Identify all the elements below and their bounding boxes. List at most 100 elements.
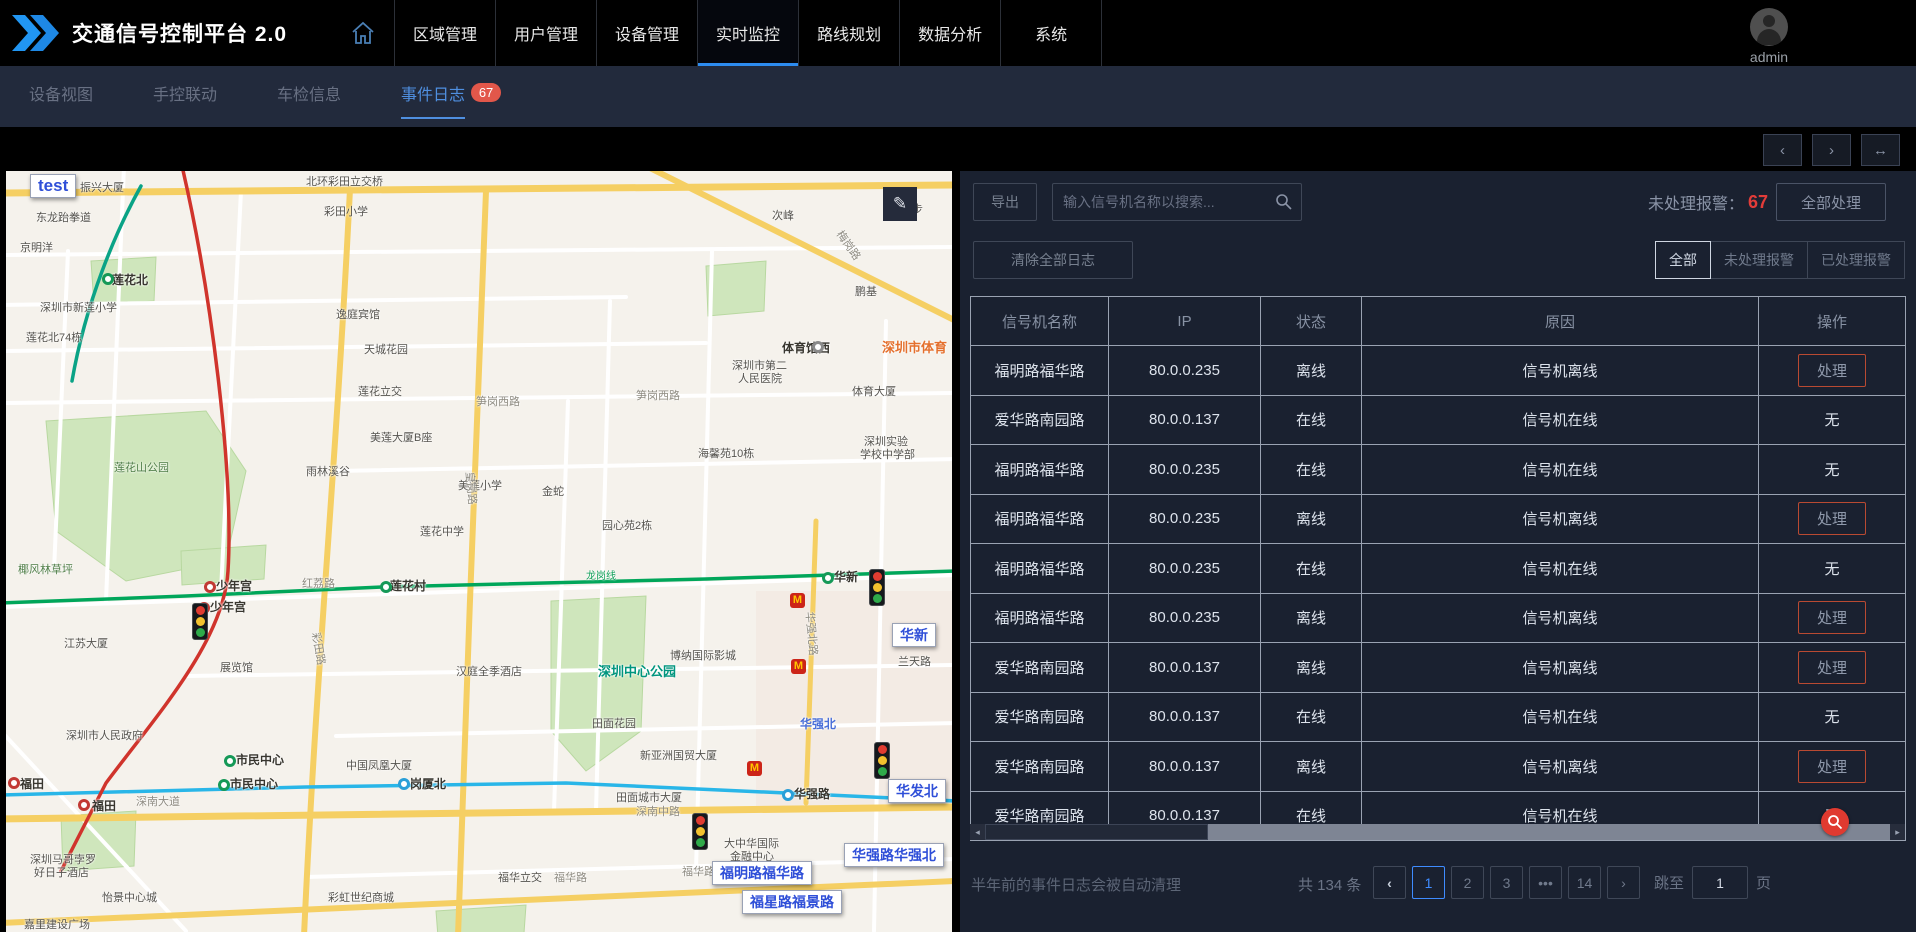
export-button[interactable]: 导出 [973,183,1037,221]
home-button[interactable] [332,0,394,66]
content-top-strip: ‹ › ↔ [0,127,1916,171]
page-button[interactable]: ••• [1529,866,1562,899]
map-canvas[interactable]: 振兴大厦东龙跆拳道京明洋北环彩田立交桥彩田小学次峰环上步梅岗路鹏基莲花北深圳市新… [6,171,952,932]
tab-badge: 67 [471,83,501,102]
map-label: 市民中心 [230,775,278,792]
handle-button[interactable]: 处理 [1798,601,1866,634]
map-label: 深圳市体育 [882,337,947,356]
signal-location-label[interactable]: 华新 [892,623,936,647]
page-jump: 跳至 页 [1654,866,1771,899]
map-label: 深南大道 [136,793,180,809]
map-label: 少年宫 [216,577,252,594]
map-label: 华强北 [800,715,836,732]
handle-button[interactable]: 处理 [1798,651,1866,684]
handle-button[interactable]: 处理 [1798,354,1866,387]
scroll-right-arrow-icon[interactable]: ▸ [1890,824,1905,840]
action-cell: 无 [1759,445,1906,495]
traffic-light-icon[interactable] [192,603,208,640]
nav-item[interactable]: 实时监控 [697,0,798,66]
metro-station-icon [204,581,216,593]
scroll-left-arrow-icon[interactable]: ◂ [970,824,985,840]
jump-suffix: 页 [1756,872,1771,893]
map-label: 皇岗路 [462,471,481,505]
table-row: 福明路福华路 80.0.0.235 在线 信号机在线 无 [971,445,1906,495]
sub-tab-bar: 设备视图 手控联动 车检信息 事件日志 67 [0,66,1916,127]
table-header-cell: IP [1109,297,1261,346]
prev-page-button[interactable]: ‹ [1373,866,1406,899]
handle-button[interactable]: 处理 [1798,750,1866,783]
signal-location-label[interactable]: 华强路华强北 [844,843,944,867]
map-label: 京明洋 [20,239,53,255]
map-label: 展览馆 [220,659,253,675]
collapse-left-button[interactable]: ‹ [1763,134,1802,166]
search-icon[interactable] [1275,193,1292,210]
search-input[interactable] [1052,183,1302,221]
signal-location-label[interactable]: 华发北 [888,779,946,803]
table-header-cell: 信号机名称 [971,297,1109,346]
tab[interactable]: 设备视图 [29,66,93,119]
map-label: 中国凤凰大厦 [346,757,412,773]
table-row: 爱华路南园路 80.0.0.137 在线 信号机在线 无 [971,692,1906,742]
tab-label: 设备视图 [29,81,93,105]
map-label: 彩虹世纪商城 [328,889,394,905]
scrollbar-thumb[interactable] [985,824,1208,840]
user-menu[interactable]: admin [1729,8,1809,65]
tab[interactable]: 手控联动 [153,66,217,119]
handle-button[interactable]: 处理 [1798,502,1866,535]
map-edit-button[interactable]: ✎ [883,187,917,221]
handle-all-button[interactable]: 全部处理 [1776,183,1886,221]
filter-button[interactable]: 全部 [1655,241,1711,279]
map-label: 椰风林草坪 [18,561,73,577]
nav-item[interactable]: 区域管理 [394,0,495,66]
map-label: 北环彩田立交桥 [306,173,383,189]
map-label: 笋岗西路 [476,393,520,409]
map-label: 学校中学部 [860,446,915,462]
nav-item-label: 系统 [1035,21,1067,45]
collapse-right-button[interactable]: › [1812,134,1851,166]
page-button[interactable]: 2 [1451,866,1484,899]
expand-button[interactable]: ↔ [1861,134,1900,166]
traffic-light-icon[interactable] [869,569,885,606]
traffic-light-icon[interactable] [874,742,890,779]
map-label: 少年宫 [210,598,246,615]
clear-all-logs-button[interactable]: 清除全部日志 [973,241,1133,279]
nav-item-label: 区域管理 [413,21,477,45]
nav-item-label: 实时监控 [716,21,780,45]
table-row: 福明路福华路 80.0.0.235 离线 信号机离线 处理 [971,494,1906,544]
filter-button[interactable]: 未处理报警 [1710,241,1808,279]
signal-location-label[interactable]: test [30,174,76,198]
signal-location-label[interactable]: 福星路福景路 [742,890,842,914]
map-locate-button[interactable] [1821,808,1849,836]
status-cell: 离线 [1261,494,1362,544]
unhandled-alarm-counter: 未处理报警： 67 [1648,183,1768,221]
jump-page-input[interactable] [1692,866,1748,899]
nav-item[interactable]: 用户管理 [495,0,596,66]
nav-item-label: 设备管理 [615,21,679,45]
nav-item[interactable]: 系统 [1000,0,1102,66]
filter-button[interactable]: 已处理报警 [1807,241,1905,279]
reason-cell: 信号机在线 [1362,445,1759,495]
reason-cell: 信号机在线 [1362,395,1759,445]
total-count: 共 134 条 [1298,874,1361,895]
horizontal-scrollbar[interactable]: ◂ ▸ [970,824,1905,840]
nav-item[interactable]: 路线规划 [798,0,899,66]
table-row: 福明路福华路 80.0.0.235 离线 信号机离线 处理 [971,593,1906,643]
map-label: 次峰 [772,207,794,223]
nav-item[interactable]: 设备管理 [596,0,697,66]
metro-station-icon [8,777,20,789]
traffic-light-icon[interactable] [692,813,708,850]
tab[interactable]: 事件日志 67 [401,66,501,119]
page-button[interactable]: 1 [1412,866,1445,899]
reason-cell: 信号机离线 [1362,643,1759,693]
logo-chevrons-icon [12,13,64,53]
no-action-text: 无 [1824,462,1839,479]
page-button[interactable]: 14 [1568,866,1601,899]
tab[interactable]: 车检信息 [277,66,341,119]
metro-station-icon [102,273,114,285]
next-page-button[interactable]: › [1607,866,1640,899]
map-label: 深圳市新莲小学 [40,299,117,315]
page-button[interactable]: 3 [1490,866,1523,899]
nav-item[interactable]: 数据分析 [899,0,1000,66]
map-label: 博纳国际影城 [670,647,736,663]
signal-location-label[interactable]: 福明路福华路 [712,861,812,885]
